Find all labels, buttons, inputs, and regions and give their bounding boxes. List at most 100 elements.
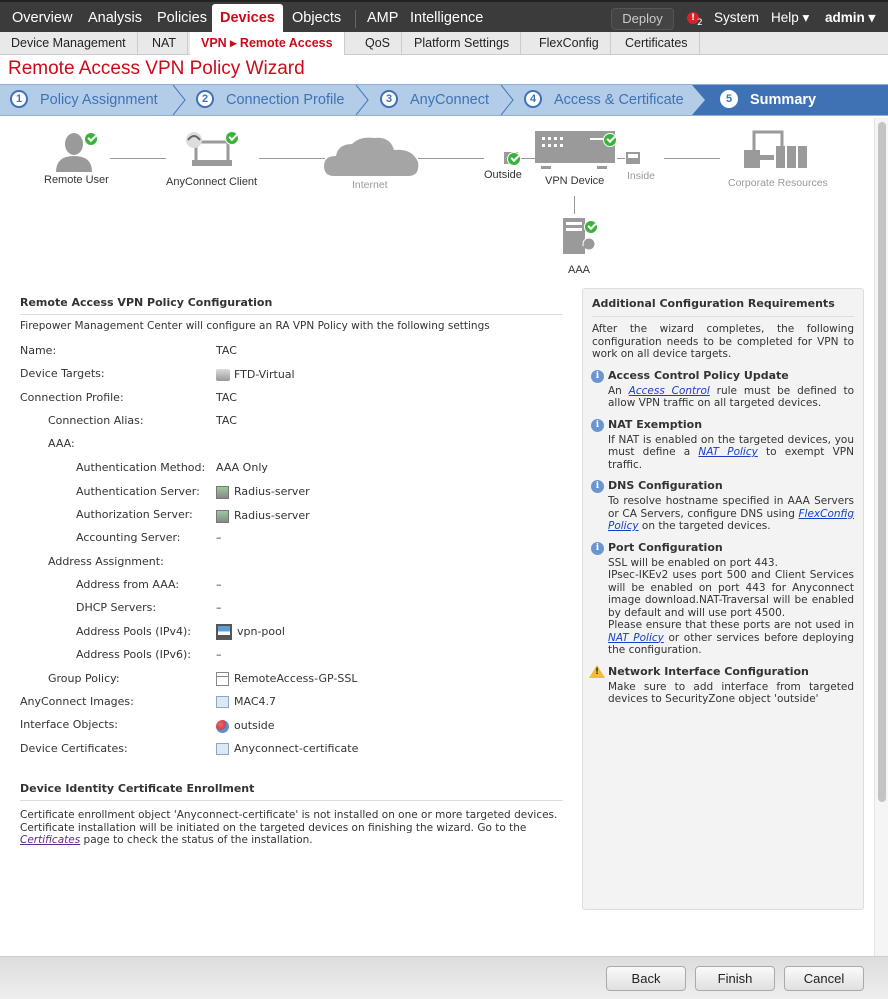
- cert-enrollment-text: Certificate enrollment object 'Anyconnec…: [20, 809, 563, 847]
- req-text: IPsec-IKEv2 uses port 500 and Client Ser…: [608, 569, 854, 619]
- cert-text-before: Certificate enrollment object 'Anyconnec…: [20, 809, 558, 834]
- value-text: Radius-server: [234, 509, 310, 522]
- panel-title: Additional Configuration Requirements: [592, 297, 854, 317]
- authentication-method-value: AAA Only: [216, 461, 268, 474]
- step-number: 2: [196, 90, 214, 109]
- internet-label: Internet: [352, 179, 388, 191]
- name-value: TAC: [216, 344, 237, 357]
- back-button[interactable]: Back: [606, 966, 686, 991]
- deploy-button[interactable]: Deploy: [611, 8, 674, 30]
- connector-line: [418, 158, 484, 159]
- nav-analysis[interactable]: Analysis: [88, 4, 142, 32]
- requirement-port: i Port Configuration SSL will be enabled …: [591, 541, 854, 657]
- additional-requirements-panel: Additional Configuration Requirements Af…: [582, 288, 864, 910]
- subnav-certificates[interactable]: Certificates: [614, 32, 700, 55]
- anyconnect-client-label: AnyConnect Client: [166, 176, 258, 188]
- info-icon: i: [591, 480, 604, 493]
- requirement-title: Network Interface Configuration: [608, 664, 809, 678]
- step-label: Connection Profile: [226, 92, 345, 108]
- certificates-link[interactable]: Certificates: [20, 834, 80, 846]
- check-icon: [84, 132, 98, 146]
- row-label: Address Pools (IPv4):: [76, 625, 191, 638]
- requirement-network-interface: Network Interface Configuration Make sur…: [589, 664, 854, 706]
- row-label: Address Assignment:: [48, 555, 164, 568]
- subnav-device-management[interactable]: Device Management: [0, 32, 138, 55]
- remote-user-label: Remote User: [44, 174, 109, 186]
- connector-line: [259, 158, 325, 159]
- nav-objects[interactable]: Objects: [292, 4, 341, 32]
- check-icon: [225, 131, 239, 145]
- policy-configuration-section: Remote Access VPN Policy Configuration F…: [20, 296, 563, 332]
- req-text: on the targeted devices.: [638, 520, 771, 532]
- row-label: Address Pools (IPv6):: [76, 648, 191, 661]
- subnav-nat[interactable]: NAT: [141, 32, 189, 55]
- nat-policy-link[interactable]: NAT Policy: [608, 632, 664, 644]
- device-certificates-value: Anyconnect-certificate: [216, 742, 358, 755]
- info-icon: i: [591, 369, 604, 383]
- step-anyconnect[interactable]: 3 AnyConnect: [380, 85, 489, 115]
- row-label: Authentication Server:: [76, 485, 200, 498]
- connector-line: [664, 158, 720, 159]
- step-chevron-icon: [692, 85, 705, 115]
- finish-button[interactable]: Finish: [695, 966, 775, 991]
- requirement-title: Access Control Policy Update: [608, 368, 789, 382]
- subnav-platform-settings[interactable]: Platform Settings: [403, 32, 522, 55]
- top-navigation: Overview Analysis Policies Devices Objec…: [0, 0, 888, 34]
- user-menu[interactable]: admin ▾: [825, 4, 875, 32]
- access-control-link[interactable]: Access Control: [629, 385, 710, 397]
- row-label: Group Policy:: [48, 672, 120, 685]
- nav-overview[interactable]: Overview: [12, 4, 72, 32]
- group-policy-icon: [216, 672, 229, 686]
- req-text: SSL will be enabled on port 443.: [608, 556, 778, 569]
- aaa-label: AAA: [568, 264, 591, 276]
- value-text: Anyconnect-certificate: [234, 742, 359, 755]
- value-text: MAC4.7: [234, 695, 276, 708]
- step-label: Access & Certificate: [554, 92, 684, 108]
- cancel-button[interactable]: Cancel: [784, 966, 864, 991]
- row-label: AnyConnect Images:: [20, 695, 134, 708]
- connector-line: [574, 196, 575, 214]
- step-number: 3: [380, 90, 398, 109]
- nav-system[interactable]: System: [714, 4, 759, 32]
- nav-intelligence[interactable]: Intelligence: [410, 4, 483, 32]
- row-label: Connection Profile:: [20, 391, 124, 404]
- nav-amp[interactable]: AMP: [367, 4, 398, 32]
- subnav-qos[interactable]: QoS: [354, 32, 403, 55]
- address-from-aaa-value: –: [216, 578, 222, 591]
- step-chevron-icon: [172, 85, 186, 115]
- subnav-vpn-remote-access[interactable]: VPN ▸ Remote Access: [190, 32, 345, 55]
- internet-cloud-icon: [324, 137, 419, 176]
- connector-line: [617, 158, 625, 159]
- dhcp-servers-value: –: [216, 601, 222, 614]
- nat-policy-link[interactable]: NAT Policy: [698, 446, 757, 458]
- inside-label: Inside: [627, 170, 656, 182]
- row-label: Name:: [20, 344, 57, 357]
- value-text: RemoteAccess-GP-SSL: [234, 672, 358, 685]
- row-label: DHCP Servers:: [76, 601, 157, 614]
- nav-devices[interactable]: Devices: [212, 4, 283, 34]
- nav-help[interactable]: Help ▾: [771, 4, 809, 32]
- subnav-flexconfig[interactable]: FlexConfig: [528, 32, 611, 55]
- requirement-title: DNS Configuration: [608, 479, 723, 492]
- nav-policies[interactable]: Policies: [157, 4, 207, 32]
- device-targets-value: FTD-Virtual: [216, 368, 295, 381]
- step-connection-profile[interactable]: 2 Connection Profile: [196, 85, 345, 115]
- step-label: Summary: [750, 92, 817, 108]
- requirement-nat-exemption: i NAT Exemption If NAT is enabled on the …: [591, 418, 854, 472]
- row-label: Connection Alias:: [48, 414, 144, 427]
- vertical-scrollbar[interactable]: [874, 118, 888, 956]
- row-label: AAA:: [48, 437, 75, 450]
- sub-navigation: Device Management NAT VPN ▸ Remote Acces…: [0, 32, 888, 55]
- value-text: FTD-Virtual: [234, 368, 295, 381]
- step-access-certificate[interactable]: 4 Access & Certificate: [524, 85, 684, 115]
- certificate-icon: [216, 743, 229, 755]
- corporate-resources-label: Corporate Resources: [728, 177, 828, 189]
- scrollbar-thumb[interactable]: [878, 122, 886, 802]
- step-summary[interactable]: 5 Summary: [720, 85, 816, 115]
- req-text: Please ensure that these ports are not u…: [608, 619, 854, 631]
- row-label: Address from AAA:: [76, 578, 180, 591]
- vpn-device-label: VPN Device: [545, 175, 605, 187]
- req-text: An: [608, 384, 629, 397]
- interface-objects-value: outside: [216, 719, 275, 733]
- step-policy-assignment[interactable]: 1 Policy Assignment: [10, 85, 158, 115]
